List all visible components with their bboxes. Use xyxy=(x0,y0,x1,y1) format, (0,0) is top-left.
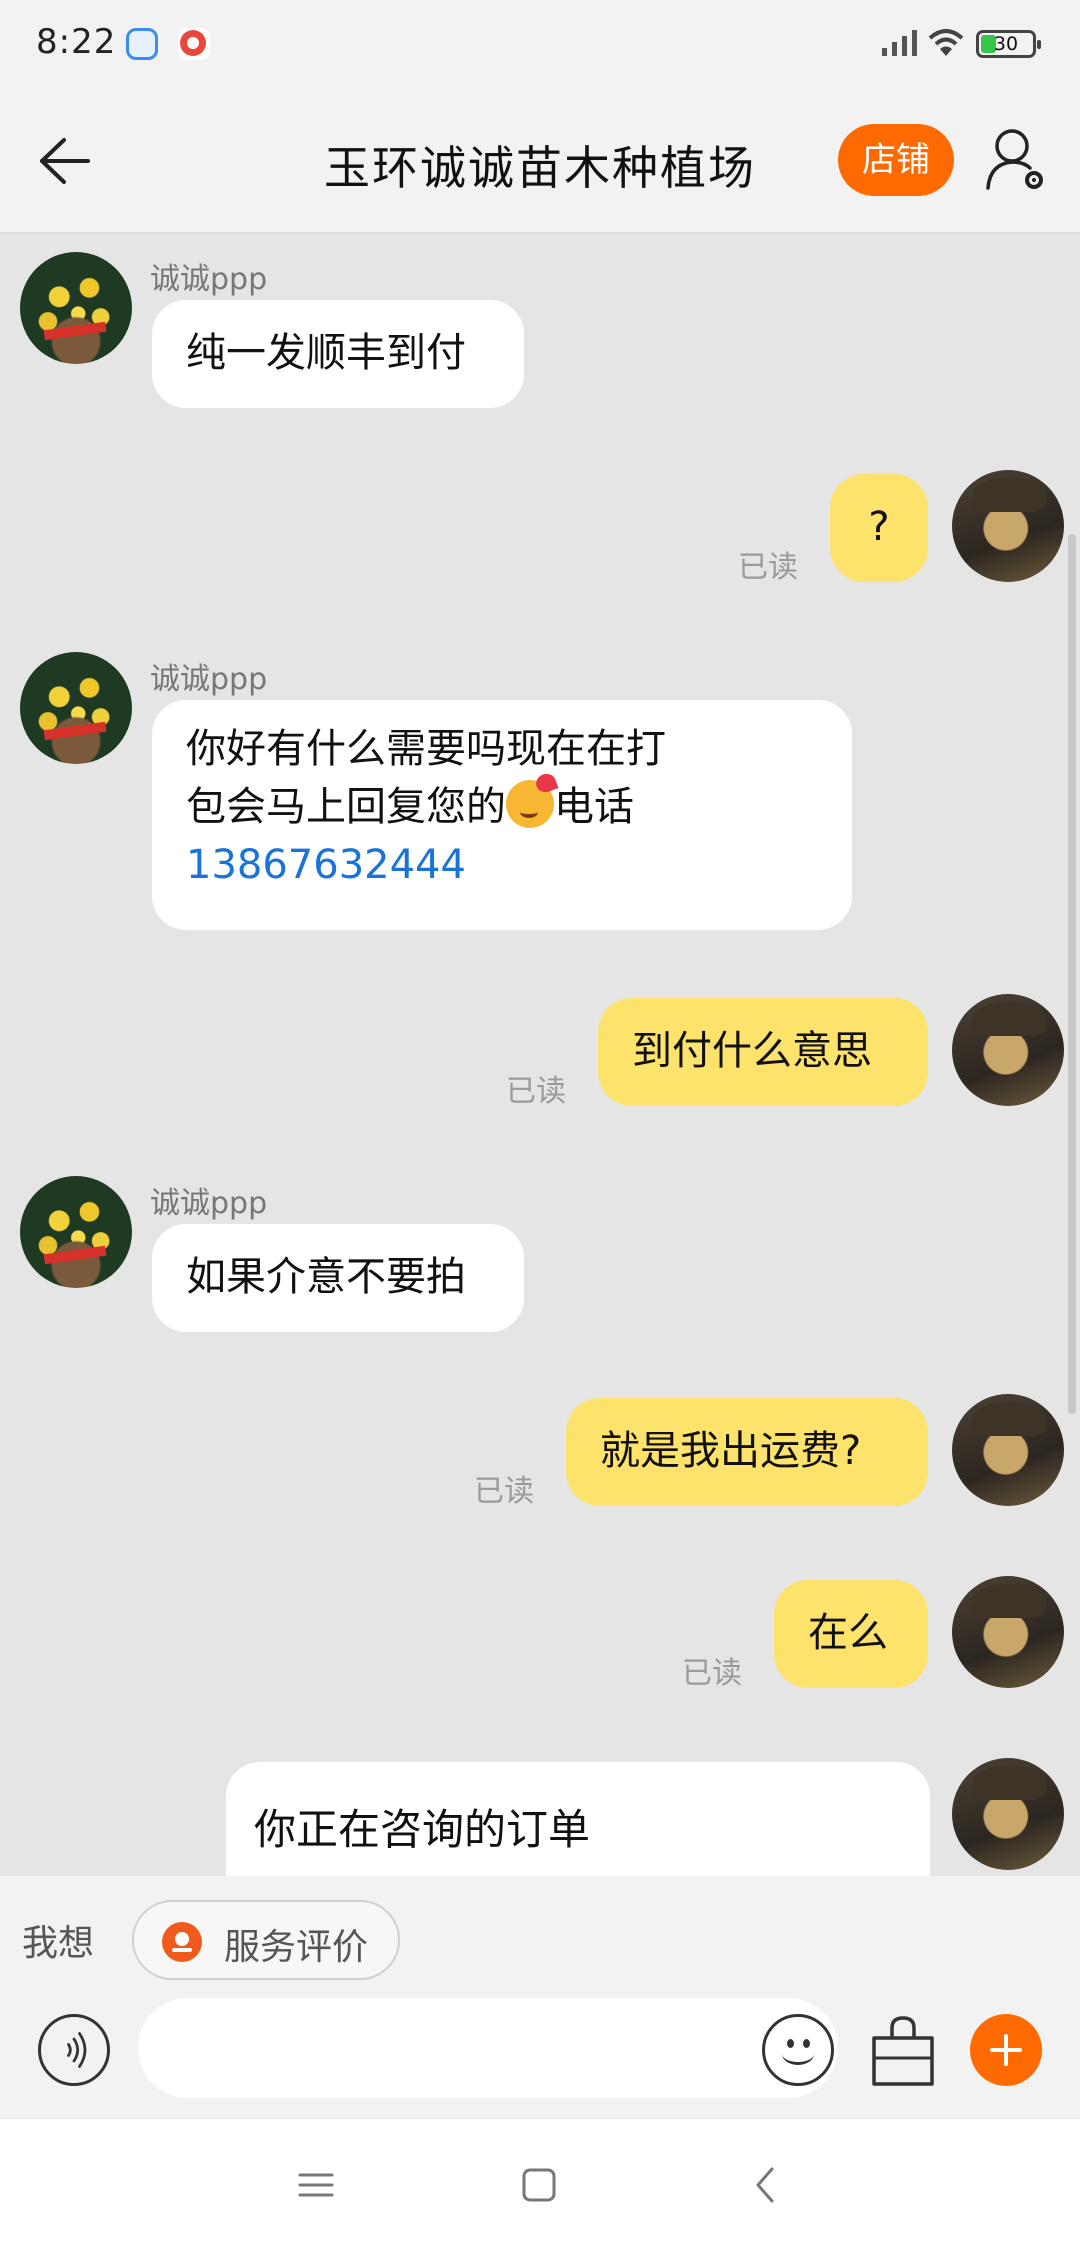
message-line-text: 电话 xyxy=(554,784,634,830)
shop-button[interactable]: 店铺 xyxy=(838,124,954,196)
notification-app-icon xyxy=(126,28,158,60)
plus-icon[interactable] xyxy=(970,2014,1042,2086)
battery-level: 30 xyxy=(993,33,1019,55)
quick-label: 我想 xyxy=(22,1923,95,1964)
shop-avatar[interactable] xyxy=(20,652,132,764)
sender-name: 诚诚ppp xyxy=(150,262,268,297)
rating-icon xyxy=(162,1922,202,1962)
phone-link[interactable]: 13867632444 xyxy=(186,836,818,894)
status-time: 8:22 xyxy=(36,22,117,62)
shop-avatar[interactable] xyxy=(20,252,132,364)
order-card[interactable]: 你正在咨询的订单 xyxy=(226,1762,930,1876)
user-settings-icon[interactable] xyxy=(984,126,1048,192)
emoji-mouth xyxy=(782,2043,814,2065)
outgoing-message[interactable]: 到付什么意思 xyxy=(598,998,928,1106)
message-text: ? xyxy=(868,504,890,550)
arrow-left-icon[interactable] xyxy=(30,128,100,194)
emoji-icon[interactable] xyxy=(762,2014,834,2086)
message-text: 纯一发顺丰到付 xyxy=(186,330,466,376)
message-text: 到付什么意思 xyxy=(632,1028,872,1074)
message-line: 包会马上回复您的 电话 xyxy=(186,778,818,836)
incoming-message[interactable]: 你好有什么需要吗现在在打 包会马上回复您的 电话 13867632444 xyxy=(152,700,852,930)
input-bar xyxy=(0,1984,1080,2118)
home-icon[interactable] xyxy=(500,2149,580,2219)
message-text: 就是我出运费? xyxy=(600,1428,862,1474)
wifi-icon xyxy=(928,29,964,56)
outgoing-message[interactable]: ? xyxy=(830,474,928,582)
message-text: 如果介意不要拍 xyxy=(186,1254,466,1300)
my-avatar[interactable] xyxy=(952,1576,1064,1688)
read-status: 已读 xyxy=(506,1074,566,1109)
shop-avatar[interactable] xyxy=(20,1176,132,1288)
read-status: 已读 xyxy=(682,1656,742,1691)
sender-name: 诚诚ppp xyxy=(150,1186,268,1221)
message-line: 你好有什么需要吗现在在打 xyxy=(186,726,666,772)
kiss-emoji-icon xyxy=(506,780,554,828)
status-bar: 8:22 30 xyxy=(0,0,1080,90)
signal-icon xyxy=(882,30,917,56)
battery-icon: 30 xyxy=(976,30,1041,58)
incoming-message[interactable]: 纯一发顺丰到付 xyxy=(152,300,524,408)
sender-name: 诚诚ppp xyxy=(150,662,268,697)
my-avatar[interactable] xyxy=(952,994,1064,1106)
page-title: 玉环诚诚苗木种植场 xyxy=(324,141,756,195)
read-status: 已读 xyxy=(474,1474,534,1509)
my-avatar[interactable] xyxy=(952,470,1064,582)
menu-icon[interactable] xyxy=(276,2149,356,2219)
system-nav-bar xyxy=(0,2118,1080,2248)
message-line-text: 包会马上回复您的 xyxy=(186,784,506,830)
my-avatar[interactable] xyxy=(952,1394,1064,1506)
notification-app-icon-2 xyxy=(178,28,210,60)
message-text: 在么 xyxy=(808,1610,888,1656)
chip-label: 服务评价 xyxy=(224,1927,369,1968)
voice-icon[interactable] xyxy=(38,2014,110,2086)
chat-scrollbar[interactable] xyxy=(1068,534,1076,1414)
order-card-title: 你正在咨询的订单 xyxy=(254,1805,591,1854)
shopping-bag-icon[interactable] xyxy=(868,2014,938,2090)
chat-messages[interactable]: 诚诚ppp 纯一发顺丰到付 已读 ? 诚诚ppp 你好有什么需要吗现在在打 包会… xyxy=(0,236,1080,1876)
back-icon[interactable] xyxy=(726,2149,806,2219)
read-status: 已读 xyxy=(738,550,798,585)
chat-header: 玉环诚诚苗木种植场 店铺 xyxy=(0,90,1080,234)
outgoing-message[interactable]: 在么 xyxy=(774,1580,928,1688)
my-avatar[interactable] xyxy=(952,1758,1064,1870)
incoming-message[interactable]: 如果介意不要拍 xyxy=(152,1224,524,1332)
outgoing-message[interactable]: 就是我出运费? xyxy=(566,1398,928,1506)
service-rating-chip[interactable]: 服务评价 xyxy=(132,1900,400,1980)
message-input[interactable] xyxy=(138,1998,838,2098)
quick-reply-bar: 我想 服务评价 xyxy=(0,1876,1080,1984)
